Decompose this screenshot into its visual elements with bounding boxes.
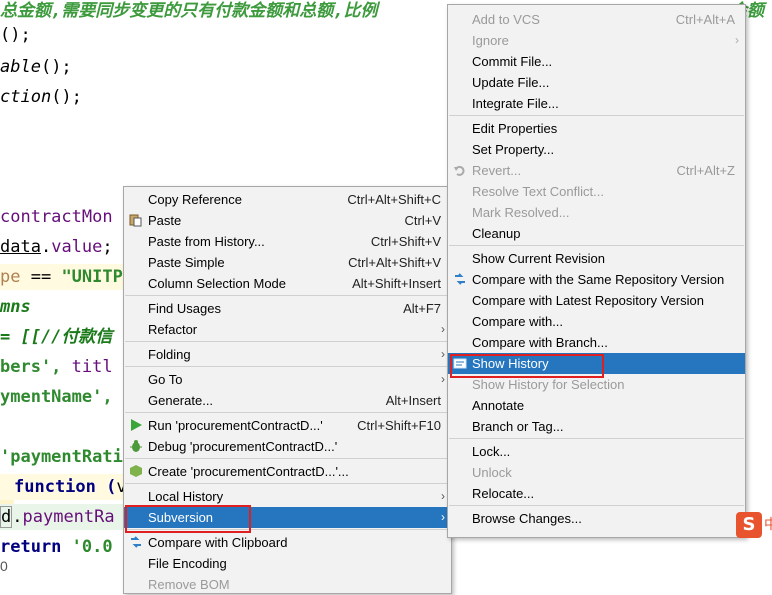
run-icon	[129, 418, 143, 432]
editor-context-menu: Copy Reference Ctrl+Alt+Shift+C Paste Ctrl…	[123, 186, 452, 594]
menu-item-paste-simple[interactable]: Paste Simple Ctrl+Alt+Shift+V	[124, 252, 451, 273]
menu-item-column-selection-mode[interactable]: Column Selection Mode Alt+Shift+Insert	[124, 273, 451, 294]
menu-item-debug[interactable]: Debug 'procurementContractD...'	[124, 436, 451, 457]
menu-item-generate[interactable]: Generate... Alt+Insert	[124, 390, 451, 411]
code-line: bers', titl	[0, 357, 113, 377]
chevron-right-icon: ›	[441, 510, 445, 524]
code-line-comment: 总金额,需要同步变更的只有付款金额和总额,比例 金额	[0, 1, 764, 21]
ime-logo-icon[interactable]: S	[736, 512, 762, 538]
menu-item-mark-resolved[interactable]: Mark Resolved...	[448, 202, 745, 223]
chevron-right-icon: ›	[441, 489, 445, 503]
menu-item-create-configuration[interactable]: Create 'procurementContractD...'...	[124, 461, 451, 482]
menu-separator	[449, 245, 744, 246]
compare-icon	[129, 535, 143, 549]
menu-item-branch-or-tag[interactable]: Branch or Tag...	[448, 416, 745, 437]
chevron-right-icon: ›	[735, 33, 739, 47]
menu-item-subversion[interactable]: Subversion ›	[124, 507, 451, 528]
code-line: d.paymentRa	[0, 504, 124, 530]
menu-item-show-current-revision[interactable]: Show Current Revision	[448, 248, 745, 269]
subversion-submenu: Add to VCS Ctrl+Alt+A Ignore › Commit File…	[447, 4, 746, 538]
nodejs-icon	[129, 464, 143, 478]
code-line: = [[//付款信	[0, 327, 113, 347]
menu-item-browse-changes[interactable]: Browse Changes...	[448, 508, 745, 529]
menu-item-resolve-text-conflict[interactable]: Resolve Text Conflict...	[448, 181, 745, 202]
paste-icon	[129, 213, 143, 227]
menu-separator	[125, 295, 450, 296]
debug-icon	[129, 439, 143, 453]
menu-item-edit-properties[interactable]: Edit Properties	[448, 118, 745, 139]
menu-separator	[125, 366, 450, 367]
menu-item-update-file[interactable]: Update File...	[448, 72, 745, 93]
menu-separator	[125, 529, 450, 530]
menu-item-relocate[interactable]: Relocate...	[448, 483, 745, 504]
menu-item-add-to-vcs[interactable]: Add to VCS Ctrl+Alt+A	[448, 9, 745, 30]
menu-item-local-history[interactable]: Local History ›	[124, 486, 451, 507]
menu-item-paste[interactable]: Paste Ctrl+V	[124, 210, 451, 231]
menu-separator	[125, 412, 450, 413]
menu-separator	[449, 438, 744, 439]
menu-item-show-history-for-selection[interactable]: Show History for Selection	[448, 374, 745, 395]
menu-item-commit-file[interactable]: Commit File...	[448, 51, 745, 72]
menu-separator	[125, 483, 450, 484]
menu-item-integrate-file[interactable]: Integrate File...	[448, 93, 745, 114]
code-line: ();	[0, 25, 31, 45]
history-icon	[453, 356, 467, 370]
compare-icon	[453, 272, 467, 286]
menu-item-cleanup[interactable]: Cleanup	[448, 223, 745, 244]
menu-separator	[449, 115, 744, 116]
code-line: function (v	[0, 474, 127, 500]
menu-item-go-to[interactable]: Go To ›	[124, 369, 451, 390]
code-line: able();	[0, 57, 72, 77]
menu-item-revert[interactable]: Revert... Ctrl+Alt+Z	[448, 160, 745, 181]
menu-item-set-property[interactable]: Set Property...	[448, 139, 745, 160]
menu-item-compare-with[interactable]: Compare with...	[448, 311, 745, 332]
menu-item-file-encoding[interactable]: File Encoding	[124, 553, 451, 574]
menu-item-compare-with-clipboard[interactable]: Compare with Clipboard	[124, 532, 451, 553]
status-text: 0	[0, 558, 8, 574]
code-line: ction();	[0, 87, 82, 107]
code-line: 'paymentRati	[0, 447, 123, 467]
menu-item-unlock[interactable]: Unlock	[448, 462, 745, 483]
ime-mode-indicator[interactable]: 中	[764, 512, 772, 538]
menu-item-show-history[interactable]: Show History	[448, 353, 745, 374]
menu-item-compare-same-repo-version[interactable]: Compare with the Same Repository Version	[448, 269, 745, 290]
revert-icon	[453, 163, 467, 177]
code-line: data.value;	[0, 237, 113, 257]
code-line: contractMon	[0, 207, 113, 227]
chevron-right-icon: ›	[441, 372, 445, 386]
menu-item-refactor[interactable]: Refactor ›	[124, 319, 451, 340]
menu-separator	[125, 341, 450, 342]
menu-item-annotate[interactable]: Annotate	[448, 395, 745, 416]
code-line: ymentName',	[0, 387, 113, 407]
menu-item-run[interactable]: Run 'procurementContractD...' Ctrl+Shift+…	[124, 415, 451, 436]
menu-item-find-usages[interactable]: Find Usages Alt+F7	[124, 298, 451, 319]
code-line: mns	[0, 297, 31, 317]
chevron-right-icon: ›	[441, 322, 445, 336]
menu-item-lock[interactable]: Lock...	[448, 441, 745, 462]
menu-item-ignore[interactable]: Ignore ›	[448, 30, 745, 51]
menu-item-copy-reference[interactable]: Copy Reference Ctrl+Alt+Shift+C	[124, 189, 451, 210]
code-line: return '0.0	[0, 537, 113, 557]
menu-separator	[125, 458, 450, 459]
code-line: pe == "UNITP	[0, 264, 124, 290]
menu-item-compare-with-branch[interactable]: Compare with Branch...	[448, 332, 745, 353]
menu-separator	[449, 505, 744, 506]
chevron-right-icon: ›	[441, 347, 445, 361]
menu-item-paste-from-history[interactable]: Paste from History... Ctrl+Shift+V	[124, 231, 451, 252]
menu-item-compare-latest-repo-version[interactable]: Compare with Latest Repository Version	[448, 290, 745, 311]
menu-item-folding[interactable]: Folding ›	[124, 344, 451, 365]
